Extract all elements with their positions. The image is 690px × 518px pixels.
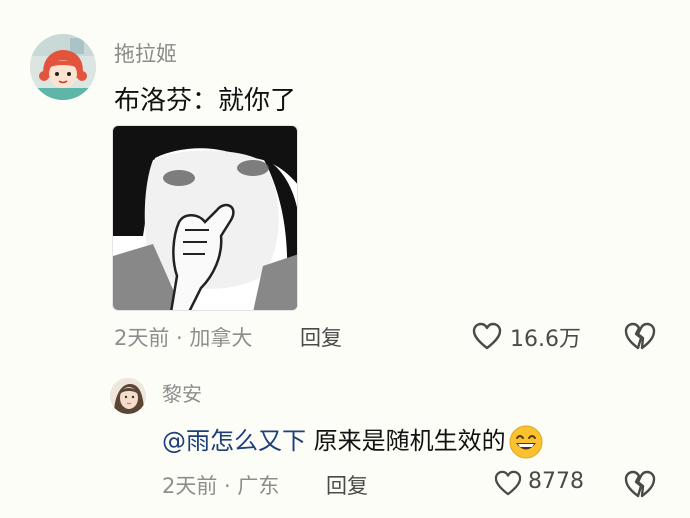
- grinning-face-emoji-icon: [508, 424, 544, 460]
- username[interactable]: 黎安: [162, 378, 202, 407]
- avatar[interactable]: [110, 378, 146, 414]
- broken-heart-icon[interactable]: [624, 321, 656, 351]
- comment-meta: 2天前 · 加拿大: [114, 326, 253, 350]
- comment-sticker[interactable]: [112, 125, 298, 311]
- comment-text: @雨怎么又下 原来是随机生效的: [162, 421, 544, 460]
- comment-meta: 2天前 · 广东: [162, 474, 280, 498]
- like-count: 8778: [528, 469, 584, 494]
- avatar[interactable]: [30, 34, 96, 100]
- cartoon-girl-avatar-icon: [30, 34, 96, 100]
- reply-text: 原来是随机生效的: [306, 427, 506, 455]
- username[interactable]: 拖拉姬: [114, 38, 177, 68]
- girl-photo-avatar-icon: [110, 378, 146, 414]
- reply-button[interactable]: 回复: [326, 470, 368, 500]
- meme-pointing-finger-sticker-icon: [113, 126, 297, 310]
- broken-heart-icon[interactable]: [624, 469, 656, 499]
- comment-text: 布洛芬：就你了: [114, 86, 297, 116]
- reply-button[interactable]: 回复: [300, 322, 342, 352]
- like-count: 16.6万: [510, 327, 581, 352]
- heart-outline-icon[interactable]: [472, 322, 502, 350]
- mention-link[interactable]: @雨怎么又下: [162, 427, 306, 455]
- heart-outline-icon[interactable]: [494, 470, 522, 496]
